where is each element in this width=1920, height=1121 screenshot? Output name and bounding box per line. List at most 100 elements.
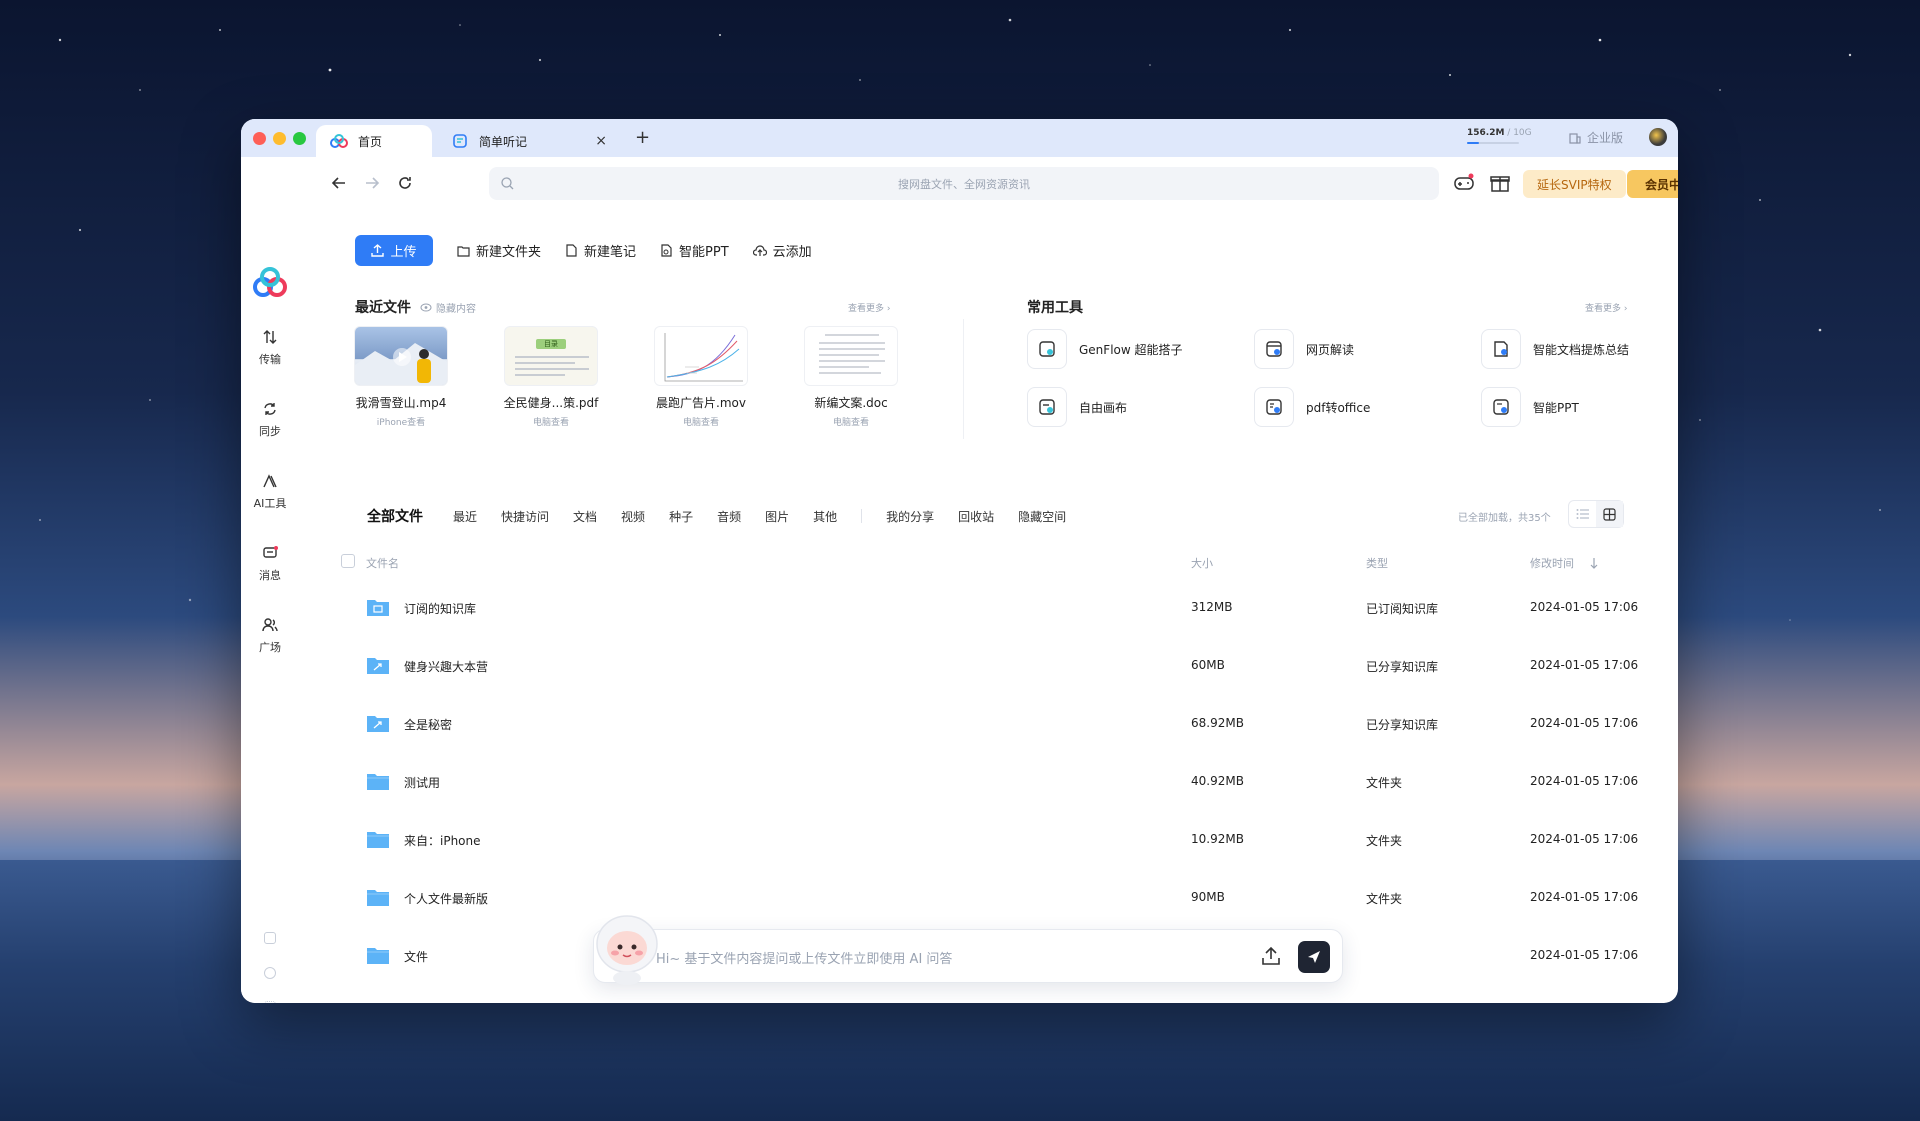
video-thumbnail [354,326,448,386]
table-row[interactable]: 订阅的知识库 312MB 已订阅知识库 2024-01-05 17:06 [241,579,1678,637]
recent-file-card[interactable]: 目录 全民健身...策.pdf 电脑查看 [501,326,601,428]
forward-button[interactable] [364,175,380,196]
tools-see-more-link[interactable]: 查看更多 › [1585,301,1627,314]
upload-file-icon[interactable] [1260,945,1282,967]
tool-doc-summary[interactable]: 智能文档提炼总结 [1481,329,1629,369]
recent-see-more-link[interactable]: 查看更多 › [848,301,890,314]
refresh-button[interactable] [397,175,413,196]
recent-file-source: 电脑查看 [832,418,869,428]
recent-file-card[interactable]: 我滑雪登山.mp4 iPhone查看 [351,326,451,428]
extend-svip-button[interactable]: 延长SVIP特权 [1523,170,1626,198]
maximize-window-button[interactable] [293,132,306,145]
user-avatar[interactable] [1649,128,1667,146]
recent-file-source: 电脑查看 [682,418,719,428]
file-type: 文件夹 [1366,834,1403,848]
tab-recent[interactable]: 最近 [453,508,477,525]
tab-all-files[interactable]: 全部文件 [367,506,423,526]
cloud-add-button[interactable]: 云添加 [752,241,812,260]
file-size: 312MB [1191,600,1233,614]
upload-icon [371,244,385,257]
vip-center-button[interactable]: 会员中心 [1627,170,1678,198]
table-row[interactable]: 全是秘密 68.92MB 已分享知识库 2024-01-05 17:06 [241,695,1678,753]
tool-pdf-convert[interactable]: pdf转office [1254,387,1370,427]
search-input[interactable]: 搜网盘文件、全网资源资讯 [489,167,1439,200]
ai-mascot-icon[interactable] [591,910,663,986]
new-folder-button[interactable]: 新建文件夹 [457,241,541,260]
web-reader-icon [1254,329,1294,369]
header-type[interactable]: 类型 [1366,555,1388,571]
tab-my-shares[interactable]: 我的分享 [886,508,934,525]
table-row[interactable]: 健身兴趣大本营 60MB 已分享知识库 2024-01-05 17:06 [241,637,1678,695]
folder-icon [367,774,389,790]
eye-icon [420,303,432,312]
table-row[interactable]: 测试用 40.92MB 文件夹 2024-01-05 17:06 [241,753,1678,811]
file-name: 健身兴趣大本营 [404,660,489,674]
tab-images[interactable]: 图片 [765,508,789,525]
sort-icon[interactable] [1590,557,1598,569]
tab-recycle-bin[interactable]: 回收站 [958,508,994,525]
upload-button[interactable]: 上传 [355,235,433,266]
tool-smart-ppt[interactable]: 智能PPT [1481,387,1579,427]
minimize-window-button[interactable] [273,132,286,145]
doc-thumbnail [804,326,898,386]
pdf-thumbnail: 目录 [504,326,598,386]
storage-usage[interactable]: 156.2M / 10G [1467,128,1532,144]
select-all-checkbox[interactable] [341,554,355,568]
common-tools-title: 常用工具 [1027,300,1083,316]
new-folder-label: 新建文件夹 [476,245,542,260]
header-name[interactable]: 文件名 [366,555,399,571]
title-bar: 首页 简单听记 × + 156.2M / 10G 企业版 [241,119,1678,157]
sidebar-item-sync[interactable]: 同步 [241,401,299,439]
header-size[interactable]: 大小 [1191,555,1213,571]
shared-folder-icon [367,716,389,732]
tool-canvas[interactable]: 自由画布 [1027,387,1127,427]
transfer-icon [263,330,277,344]
app-logo-icon [253,267,287,297]
gift-icon[interactable] [1488,171,1512,195]
view-mode-toggle [1568,500,1624,528]
sidebar-item-transfer[interactable]: 传输 [241,329,299,367]
tab-audio[interactable]: 音频 [717,508,741,525]
tool-genflow[interactable]: GenFlow 超能搭子 [1027,329,1183,369]
game-controller-icon[interactable] [1452,171,1476,195]
tab-hidden-space[interactable]: 隐藏空间 [1018,508,1066,525]
ai-question-bar[interactable]: Hi~ 基于文件内容提问或上传文件立即使用 AI 问答 [593,929,1343,983]
folder-icon [367,948,389,964]
grid-view-button[interactable] [1596,501,1623,527]
arrow-right-icon [366,177,380,189]
send-icon [1308,951,1320,963]
apps-grid-icon[interactable] [264,1001,276,1003]
sidebar-item-ai-tools[interactable]: AI工具 [241,473,299,511]
search-placeholder: 搜网盘文件、全网资源资讯 [898,177,1030,191]
tab-other[interactable]: 其他 [813,508,837,525]
sidebar-item-label: 同步 [259,425,281,438]
new-folder-icon [457,246,470,257]
tab-quick-access[interactable]: 快捷访问 [501,508,549,525]
ai-input-placeholder: Hi~ 基于文件内容提问或上传文件立即使用 AI 问答 [656,952,953,967]
back-button[interactable] [331,175,347,196]
recent-file-source: 电脑查看 [532,418,569,428]
loaded-count-text: 已全部加载，共35个 [1458,513,1551,524]
close-window-button[interactable] [253,132,266,145]
tab-simple-notes[interactable]: 简单听记 × [437,125,619,157]
tab-videos[interactable]: 视频 [621,508,645,525]
tool-web-reader[interactable]: 网页解读 [1254,329,1354,369]
new-tab-button[interactable]: + [635,127,650,148]
header-modified[interactable]: 修改时间 [1530,555,1574,571]
close-tab-icon[interactable]: × [595,133,607,149]
enterprise-button[interactable]: 企业版 [1569,129,1623,146]
hide-content-toggle[interactable]: 隐藏内容 [420,300,476,315]
baidu-cloud-logo-icon [330,132,348,150]
tab-torrents[interactable]: 种子 [669,508,693,525]
list-view-button[interactable] [1569,501,1596,527]
tab-home[interactable]: 首页 [316,125,432,157]
recent-file-card[interactable]: 晨跑广告片.mov 电脑查看 [651,326,751,428]
table-row[interactable]: 个人文件最新版 90MB 文件夹 2024-01-05 17:06 [241,869,1678,927]
send-button[interactable] [1298,941,1330,973]
file-name: 个人文件最新版 [404,892,489,906]
table-row[interactable]: 来自：iPhone 10.92MB 文件夹 2024-01-05 17:06 [241,811,1678,869]
smart-ppt-button[interactable]: 智能PPT [660,241,729,260]
recent-file-card[interactable]: 新编文案.doc 电脑查看 [801,326,901,428]
new-note-button[interactable]: 新建笔记 [565,241,636,260]
tab-documents[interactable]: 文档 [573,508,597,525]
